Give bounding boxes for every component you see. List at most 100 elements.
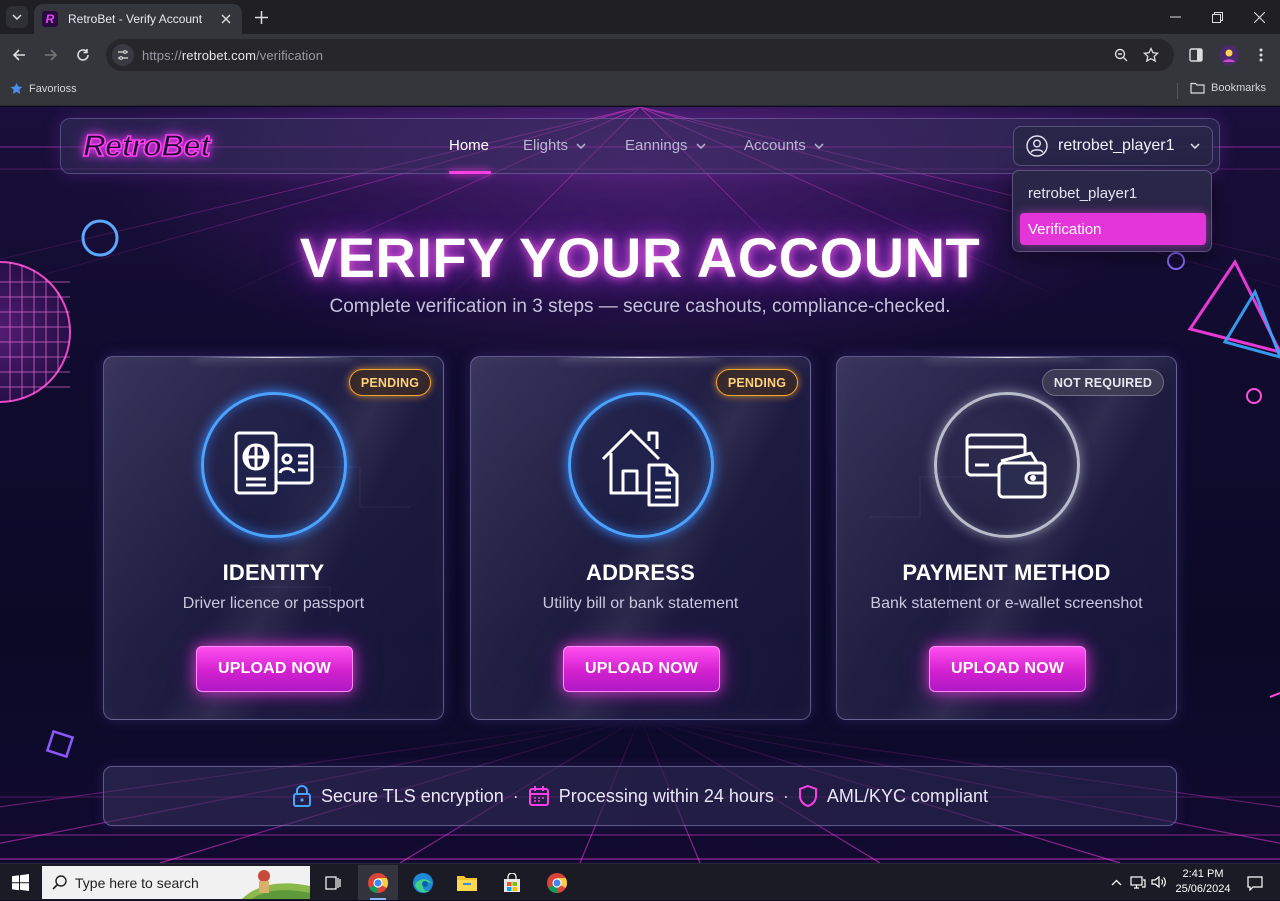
minimize-icon xyxy=(1169,16,1181,18)
shield-icon xyxy=(798,784,817,808)
volume-button[interactable] xyxy=(1150,874,1168,890)
start-button[interactable] xyxy=(0,864,40,901)
chevron-up-icon xyxy=(1111,879,1121,885)
search-icon xyxy=(52,875,67,890)
profile-avatar[interactable] xyxy=(1216,42,1242,68)
status-badge: NOT REQUIRED xyxy=(1042,369,1164,396)
network-button[interactable] xyxy=(1129,874,1147,890)
taskbar-file-explorer[interactable] xyxy=(447,865,487,900)
nav-eannings[interactable]: Eannings xyxy=(625,137,706,154)
reload-icon xyxy=(77,49,89,61)
lock-icon xyxy=(293,785,312,807)
trust-item-compliance: AML/KYC compliant xyxy=(798,784,988,808)
user-menu-button[interactable]: retrobet_player1 xyxy=(1013,126,1213,166)
card-title: ADDRESS xyxy=(586,560,695,585)
taskbar-store[interactable] xyxy=(492,865,532,900)
verification-card-identity: PENDING IDENTITY Driver licence or passp… xyxy=(103,356,444,720)
task-view-button[interactable] xyxy=(313,865,353,900)
search-highlight-illustration xyxy=(242,870,310,899)
verification-card-address: PENDING ADDRESS Utility bill or bank sta… xyxy=(470,356,811,720)
upload-payment-button[interactable]: UPLOAD NOW xyxy=(929,646,1086,692)
speaker-icon xyxy=(1151,875,1166,889)
address-bar[interactable]: https://retrobet.com/verification xyxy=(106,39,1174,71)
card-title: IDENTITY xyxy=(222,560,325,585)
restore-icon xyxy=(1211,11,1223,23)
nav-elights[interactable]: Elights xyxy=(523,137,586,154)
nav-label: Elights xyxy=(523,137,569,154)
clock-date: 25/06/2024 xyxy=(1175,883,1231,895)
side-panel-button[interactable] xyxy=(1183,42,1209,68)
tab-close-icon[interactable] xyxy=(218,11,234,27)
zoom-icon[interactable] xyxy=(1108,42,1134,68)
windows-logo-icon xyxy=(11,874,29,891)
notifications-button[interactable] xyxy=(1245,874,1265,892)
card-title: PAYMENT METHOD xyxy=(902,560,1111,585)
tab-title: RetroBet - Verify Account xyxy=(68,12,203,26)
status-badge: PENDING xyxy=(349,369,431,396)
browser-menu-button[interactable] xyxy=(1248,42,1274,68)
tab-search-button[interactable] xyxy=(6,6,28,28)
dropdown-item-profile[interactable]: retrobet_player1 xyxy=(1020,177,1206,209)
calendar-icon xyxy=(528,786,549,806)
forward-button[interactable] xyxy=(38,42,64,68)
taskbar-clock[interactable]: 2:41 PM 25/06/2024 xyxy=(1170,867,1236,897)
nav-home[interactable]: Home xyxy=(449,137,489,154)
page-viewport: RetroBet Home Elights Eannings Accounts … xyxy=(0,107,1280,863)
notification-icon xyxy=(1247,875,1263,891)
browser-toolbar: https://retrobet.com/verification xyxy=(0,34,1280,76)
nav-label: Home xyxy=(449,137,490,154)
taskbar-chrome-active[interactable] xyxy=(358,865,398,900)
card-subtitle: Bank statement or e-wallet screenshot xyxy=(870,595,1143,612)
taskbar-edge[interactable] xyxy=(403,865,443,900)
task-view-icon xyxy=(325,875,341,890)
site-info-icon[interactable] xyxy=(112,44,134,66)
new-tab-button[interactable] xyxy=(250,6,272,28)
chrome-icon xyxy=(368,872,389,893)
restore-button[interactable] xyxy=(1196,0,1238,34)
star-icon xyxy=(10,82,23,94)
nav-accounts[interactable]: Accounts xyxy=(744,137,824,154)
house-document-icon xyxy=(601,429,679,507)
upload-identity-button[interactable]: UPLOAD NOW xyxy=(196,646,353,692)
bookmark-folder[interactable]: Bookmarks xyxy=(1190,82,1266,94)
page-subtitle: Complete verification in 3 steps — secur… xyxy=(329,296,951,317)
folder-icon xyxy=(457,875,477,891)
card-glow xyxy=(927,357,1087,358)
card-subtitle: Utility bill or bank statement xyxy=(542,595,739,612)
profile-avatar-icon xyxy=(1219,45,1239,65)
trust-item-processing: Processing within 24 hours xyxy=(528,785,774,807)
icon-ring xyxy=(934,392,1080,538)
search-placeholder: Type here to search xyxy=(75,874,199,891)
passport-id-icon xyxy=(234,431,314,495)
taskbar-chrome[interactable] xyxy=(537,865,577,900)
browser-tab-active[interactable]: R RetroBet - Verify Account xyxy=(34,4,242,34)
verification-card-payment: NOT REQUIRED PAYMENT METHOD Bank stateme… xyxy=(836,356,1177,720)
tray-overflow-button[interactable] xyxy=(1108,874,1124,890)
card-glow xyxy=(194,357,354,358)
close-window-button[interactable] xyxy=(1238,0,1280,34)
back-button[interactable] xyxy=(6,42,32,68)
bookmark-star-icon[interactable] xyxy=(1138,42,1164,68)
username: retrobet_player1 xyxy=(1058,137,1175,154)
retrobet-logo[interactable]: RetroBet xyxy=(82,127,211,164)
bookmark-favorites[interactable]: Favoriоss xyxy=(10,82,77,95)
chrome-icon xyxy=(547,872,568,893)
retrobet-favicon: R xyxy=(42,11,58,27)
trust-item-label: AML/KYC compliant xyxy=(826,785,988,806)
minimize-button[interactable] xyxy=(1154,0,1196,34)
kebab-menu-icon xyxy=(1259,48,1263,62)
trust-info-bar: Secure TLS encryption · Processing withi… xyxy=(103,766,1177,826)
edge-icon xyxy=(413,872,433,893)
page-title: VERIFY YOUR ACCOUNT xyxy=(299,226,981,289)
taskbar-search-box[interactable]: Type here to search xyxy=(42,866,310,899)
store-icon xyxy=(504,872,520,892)
forward-arrow-icon xyxy=(45,49,58,61)
trust-item-tls: Secure TLS encryption xyxy=(292,784,504,808)
chevron-down-icon xyxy=(1190,143,1200,149)
upload-address-button[interactable]: UPLOAD NOW xyxy=(563,646,720,692)
icon-ring xyxy=(568,392,714,538)
clock-time: 2:41 PM xyxy=(1182,868,1224,880)
reload-button[interactable] xyxy=(70,42,96,68)
bookmarks-bar: Favoriоss Bookmarks xyxy=(0,76,1280,106)
trust-item-label: Processing within 24 hours xyxy=(558,785,774,806)
